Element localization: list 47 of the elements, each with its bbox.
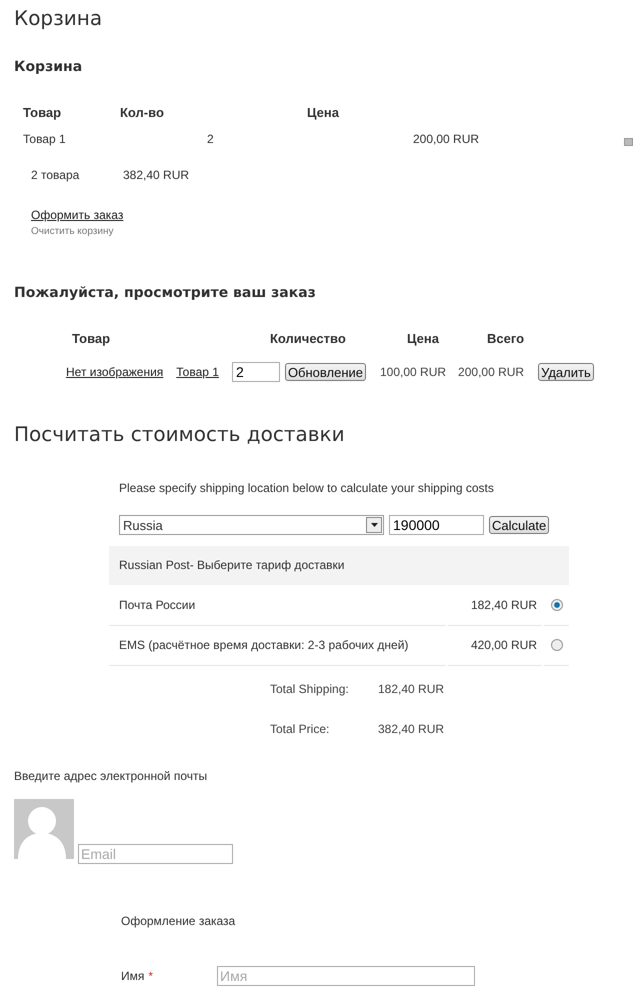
page-title: Корзина	[14, 6, 102, 30]
table-cell-text: 2	[207, 132, 215, 146]
carrier-header: Russian Post- Выберите тариф доставки	[109, 546, 569, 585]
radio-button[interactable]	[550, 598, 562, 610]
avatar-icon	[14, 799, 74, 859]
total-label: Total Price:	[270, 722, 330, 736]
column-header: Товар	[72, 331, 112, 346]
section-heading: Пожалуйста, просмотрите ваш заказ	[14, 285, 316, 301]
shipping-option: Почта России	[109, 584, 446, 626]
email-label: Введите адрес электронной почты	[14, 769, 208, 783]
total-value: 382,40 RUR	[378, 722, 444, 736]
shipping-price: 182,40 RUR	[448, 584, 542, 626]
product-link[interactable]: Товар 1	[176, 365, 219, 379]
instruction-text: Please specify shipping location below to calculate your shipping costs	[119, 481, 494, 495]
email-field[interactable]: Email	[78, 844, 233, 864]
column-header: Цена	[407, 331, 440, 346]
update-button[interactable]: Обновление	[284, 363, 366, 381]
radio-button[interactable]	[550, 638, 562, 650]
total-value: 182,40 RUR	[378, 682, 444, 696]
image-link[interactable]: Нет изображения	[66, 365, 164, 379]
table-cell: 200,00 RUR	[458, 365, 524, 379]
column-header: Кол-во	[120, 105, 165, 120]
table-cell-text: Товар 1	[23, 132, 67, 146]
table-cell-text: 200,00 RUR	[413, 132, 480, 146]
column-header: Цена	[307, 105, 339, 120]
shipping-price: 420,00 RUR	[448, 624, 542, 666]
table-cell: 100,00 RUR	[380, 365, 446, 379]
quantity-field[interactable]: 2	[232, 362, 280, 382]
total-label: Total Shipping:	[270, 682, 350, 696]
clear-cart-link[interactable]: Очистить корзину	[31, 226, 114, 237]
required-mark: *	[148, 969, 154, 983]
zip-field[interactable]: 190000	[389, 515, 484, 535]
checkout-link[interactable]: Оформить заказ	[31, 208, 124, 222]
country-select[interactable]: Russia	[119, 515, 384, 535]
form-heading: Оформление заказа	[121, 914, 236, 928]
section-heading: Корзина	[14, 59, 82, 75]
item-count: 2 товара	[31, 168, 80, 182]
column-header: Количество	[270, 331, 347, 346]
calculate-button[interactable]: Calculate	[489, 516, 550, 534]
shipping-option: EMS (расчётное время доставки: 2-3 рабочих дней)	[109, 624, 446, 666]
cart-total: 382,40 RUR	[123, 168, 190, 182]
column-header: Товар	[23, 105, 62, 120]
remove-button[interactable]: Удалить	[538, 363, 594, 381]
column-header: Всего	[487, 331, 524, 346]
field-label: Имя	[121, 969, 144, 983]
section-title: Посчитать стоимость доставки	[14, 422, 345, 446]
name-field[interactable]: Имя	[217, 966, 475, 986]
